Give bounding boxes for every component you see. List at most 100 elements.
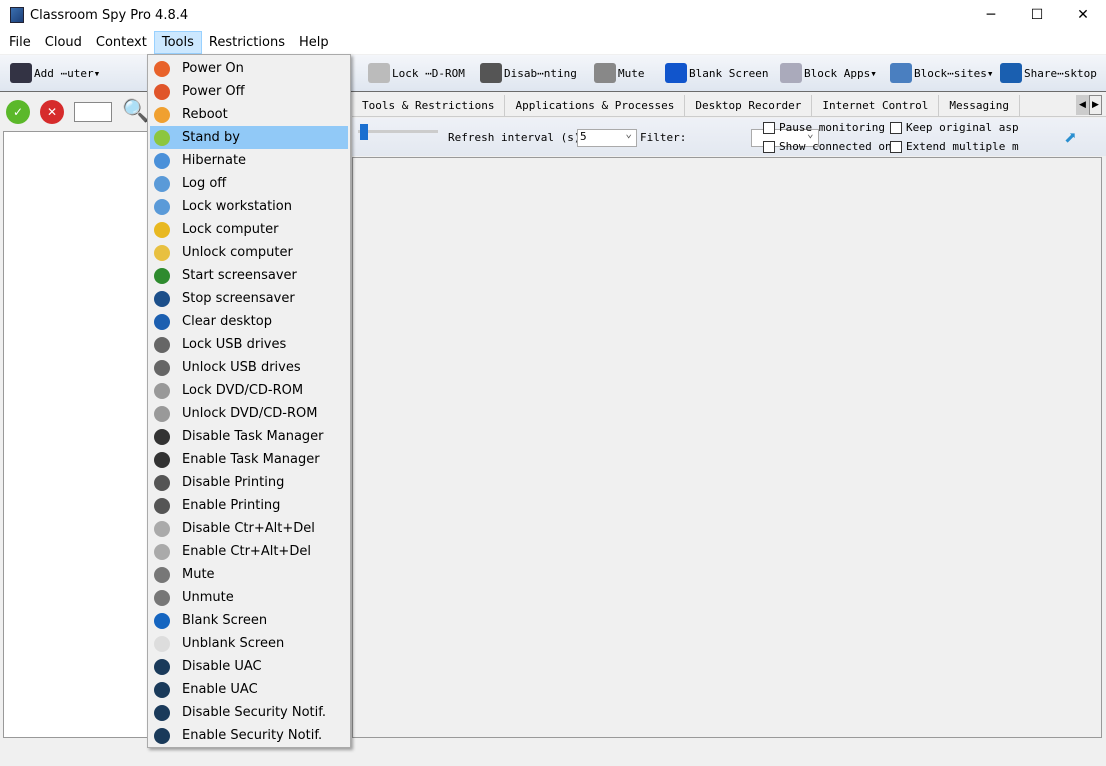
toolbar-button-4[interactable]: Mute — [594, 61, 645, 85]
toolbar-label: Blank Screen — [689, 66, 769, 80]
menu-item[interactable]: Lock DVD/CD-ROM — [150, 379, 348, 402]
extend-multiple-checkbox[interactable]: Extend multiple m — [890, 140, 1019, 153]
search-input[interactable] — [74, 101, 112, 122]
menu-item[interactable]: Stand by — [150, 126, 348, 149]
menu-item-label: Disable Security Notif. — [182, 705, 327, 720]
menu-item-label: Lock workstation — [182, 199, 292, 214]
minimize-button[interactable]: ─ — [968, 0, 1014, 30]
menu-item[interactable]: Unlock DVD/CD-ROM — [150, 402, 348, 425]
tab-scroll-right[interactable]: ▶ — [1089, 95, 1102, 115]
menu-item[interactable]: Enable UAC — [150, 678, 348, 701]
menu-item-icon — [154, 267, 170, 284]
toolbar-button-6[interactable]: Block Apps ▾ — [780, 61, 877, 85]
toolbar-button-3[interactable]: Disab⋯nting — [480, 61, 577, 85]
menu-item[interactable]: Power Off — [150, 80, 348, 103]
tab-2[interactable]: Desktop Recorder — [685, 95, 813, 116]
menu-item[interactable]: Disable Security Notif. — [150, 701, 348, 724]
blank-screen-icon — [665, 63, 687, 83]
menu-item-icon — [154, 175, 170, 192]
tab-1[interactable]: Applications & Processes — [505, 95, 686, 116]
menu-restrictions[interactable]: Restrictions — [202, 32, 292, 53]
menu-item[interactable]: Unlock USB drives — [150, 356, 348, 379]
menu-item[interactable]: Start screensaver — [150, 264, 348, 287]
computer-list[interactable] — [3, 131, 148, 738]
menu-item[interactable]: Lock workstation — [150, 195, 348, 218]
menu-item-icon — [154, 658, 170, 675]
menu-item[interactable]: Blank Screen — [150, 609, 348, 632]
tab-4[interactable]: Messaging — [939, 95, 1020, 116]
menu-bar: File Cloud Context Tools Restrictions Help — [0, 30, 1106, 54]
menu-item-label: Disable Ctr+Alt+Del — [182, 521, 315, 536]
menu-item[interactable]: Unlock computer — [150, 241, 348, 264]
zoom-slider[interactable] — [358, 124, 438, 144]
menu-item[interactable]: Disable UAC — [150, 655, 348, 678]
menu-item-icon — [154, 313, 170, 330]
popout-arrow-icon[interactable]: ⬈ — [1064, 126, 1077, 151]
menu-item-icon — [154, 428, 170, 445]
menu-item-label: Disable UAC — [182, 659, 262, 674]
menu-item[interactable]: Clear desktop — [150, 310, 348, 333]
menu-item[interactable]: Enable Security Notif. — [150, 724, 348, 747]
menu-item-icon — [154, 359, 170, 376]
menu-item-label: Stand by — [182, 130, 240, 145]
menu-item[interactable]: Disable Task Manager — [150, 425, 348, 448]
dropdown-arrow-icon[interactable]: ▾ — [987, 67, 994, 80]
tab-bar: Tools & Restrictions Applications & Proce… — [352, 95, 1106, 117]
check-all-icon[interactable]: ✓ — [6, 99, 30, 124]
show-connected-label: Show connected on — [779, 140, 892, 153]
menu-item[interactable]: Stop screensaver — [150, 287, 348, 310]
menu-help[interactable]: Help — [292, 32, 336, 53]
toolbar-label: Mute — [618, 66, 645, 80]
menu-item-label: Unblank Screen — [182, 636, 285, 651]
menu-item-label: Mute — [182, 567, 215, 582]
keep-aspect-checkbox[interactable]: Keep original asp — [890, 121, 1019, 134]
menu-file[interactable]: File — [2, 32, 38, 53]
menu-item[interactable]: Enable Printing — [150, 494, 348, 517]
maximize-button[interactable]: ☐ — [1014, 0, 1060, 30]
menu-item-icon — [154, 152, 170, 169]
menu-item[interactable]: Lock USB drives — [150, 333, 348, 356]
toolbar-button-2[interactable]: Lock ⋯D-ROM — [368, 61, 465, 85]
toolbar-button-7[interactable]: Block⋯sites ▾ — [890, 61, 993, 85]
menu-item[interactable]: Hibernate — [150, 149, 348, 172]
tab-3[interactable]: Internet Control — [812, 95, 940, 116]
thumbnail-area — [352, 157, 1102, 738]
menu-item-label: Reboot — [182, 107, 228, 122]
show-connected-checkbox[interactable]: Show connected on — [763, 140, 892, 153]
menu-item[interactable]: Mute — [150, 563, 348, 586]
pause-monitoring-checkbox[interactable]: Pause monitoring — [763, 121, 885, 134]
menu-context[interactable]: Context — [89, 32, 154, 53]
toolbar-button-8[interactable]: Share⋯sktop — [1000, 61, 1097, 85]
toolbar-button-5[interactable]: Blank Screen — [665, 61, 768, 85]
menu-item[interactable]: Enable Ctr+Alt+Del — [150, 540, 348, 563]
menu-item[interactable]: Unmute — [150, 586, 348, 609]
menu-item[interactable]: Reboot — [150, 103, 348, 126]
tab-scroll-left[interactable]: ◀ — [1076, 95, 1089, 115]
menu-item-icon — [154, 405, 170, 422]
menu-item-icon — [154, 497, 170, 514]
menu-item[interactable]: Power On — [150, 57, 348, 80]
menu-item-label: Power Off — [182, 84, 245, 99]
menu-item[interactable]: Lock computer — [150, 218, 348, 241]
tab-0[interactable]: Tools & Restrictions — [352, 95, 506, 116]
toolbar-label: Disab⋯nting — [504, 66, 577, 80]
menu-item[interactable]: Unblank Screen — [150, 632, 348, 655]
add-computer-icon — [10, 63, 32, 83]
menu-item[interactable]: Log off — [150, 172, 348, 195]
uncheck-all-icon[interactable]: ✕ — [40, 99, 64, 124]
menu-item[interactable]: Disable Printing — [150, 471, 348, 494]
dropdown-arrow-icon[interactable]: ▾ — [870, 67, 877, 80]
toolbar-button-0[interactable]: Add ⋯uter ▾ — [10, 61, 100, 85]
menu-item-icon — [154, 704, 170, 721]
menu-tools[interactable]: Tools — [153, 30, 202, 54]
menu-item[interactable]: Enable Task Manager — [150, 448, 348, 471]
dropdown-arrow-icon[interactable]: ▾ — [94, 67, 101, 80]
menu-item[interactable]: Disable Ctr+Alt+Del — [150, 517, 348, 540]
close-button[interactable]: ✕ — [1060, 0, 1106, 30]
search-icon[interactable]: 🔍 — [122, 99, 149, 124]
menu-item-icon — [154, 451, 170, 468]
refresh-interval-select[interactable]: 5 — [577, 127, 637, 147]
menu-cloud[interactable]: Cloud — [38, 32, 89, 53]
disable-printing-icon — [480, 63, 502, 83]
menu-item-icon — [154, 566, 170, 583]
